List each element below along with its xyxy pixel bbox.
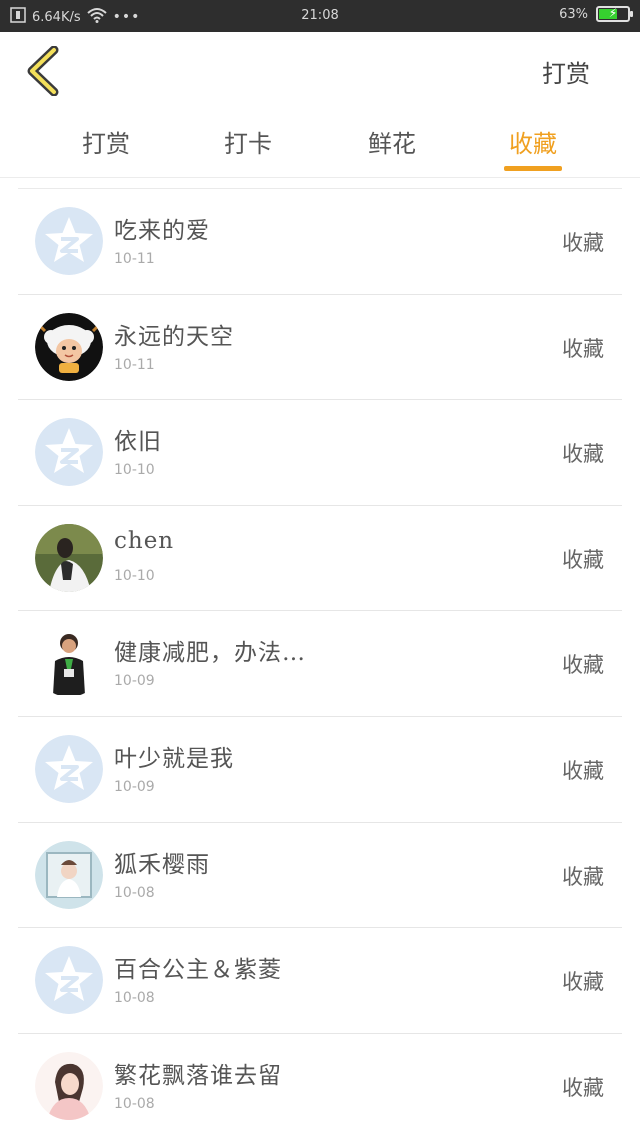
avatar[interactable] — [35, 946, 103, 1015]
avatar[interactable] — [35, 734, 103, 803]
tab-reward[interactable]: 打赏 — [66, 124, 146, 159]
status-bar: 6.64K/s ••• 21:08 63% ⚡ — [0, 0, 640, 32]
favorite-label: 收藏 — [562, 547, 604, 572]
battery-icon: ⚡ — [596, 6, 633, 22]
tab-favorites[interactable]: 收藏 — [493, 124, 573, 159]
list-item[interactable]: 百合公主＆紫菱 10-08 收藏 — [18, 928, 622, 1034]
favorite-label: 收藏 — [562, 442, 604, 467]
item-date: 10-08 — [114, 1095, 155, 1112]
list-item[interactable]: 繁花飘落谁去留 10-08 收藏 — [18, 1034, 622, 1138]
tab-checkin[interactable]: 打卡 — [208, 124, 288, 159]
item-date: 10-10 — [114, 462, 155, 479]
item-date: 10-11 — [114, 251, 155, 267]
avatar[interactable] — [35, 840, 103, 909]
list-item[interactable]: chen 10-10 收藏 — [18, 506, 622, 612]
user-name: 百合公主＆紫菱 — [114, 957, 282, 984]
favorite-label: 收藏 — [562, 653, 604, 678]
active-tab-indicator — [504, 166, 562, 171]
user-name: chen — [114, 527, 175, 554]
item-date: 10-08 — [114, 884, 155, 901]
user-name: 健康减肥，办法… — [114, 640, 306, 667]
clock: 21:08 — [301, 8, 339, 23]
user-name: 繁花飘落谁去留 — [114, 1062, 282, 1089]
list-item[interactable]: 吃来的爱 10-11 收藏 — [18, 189, 622, 295]
item-date: 10-09 — [114, 778, 155, 795]
header: 打赏 — [0, 32, 640, 110]
charging-icon: ⚡ — [608, 6, 618, 20]
item-date: 10-09 — [114, 673, 155, 690]
avatar[interactable] — [35, 418, 103, 487]
list-item[interactable]: 健康减肥，办法… 10-09 收藏 — [18, 611, 622, 717]
favorite-label: 收藏 — [562, 758, 604, 783]
favorite-label: 收藏 — [562, 1075, 604, 1100]
item-date: 10-08 — [114, 990, 155, 1007]
user-name: 永远的天空 — [114, 323, 234, 350]
list-item[interactable]: 狐禾樱雨 10-08 收藏 — [18, 823, 622, 929]
avatar[interactable] — [35, 312, 103, 381]
list-item[interactable]: 永远的天空 10-11 收藏 — [18, 295, 622, 401]
favorite-label: 收藏 — [562, 864, 604, 889]
avatar[interactable] — [35, 207, 103, 275]
favorite-label: 收藏 — [562, 231, 604, 255]
user-name: 狐禾樱雨 — [114, 851, 210, 878]
item-date: 10-10 — [114, 567, 155, 584]
avatar[interactable] — [35, 1051, 103, 1120]
user-name: 叶少就是我 — [114, 745, 234, 772]
chevron-left-icon — [27, 45, 59, 97]
list-item[interactable]: 依旧 10-10 收藏 — [18, 400, 622, 506]
tab-flowers[interactable]: 鲜花 — [352, 124, 432, 159]
back-button[interactable] — [22, 45, 66, 97]
list-item[interactable]: 叶少就是我 10-09 收藏 — [18, 717, 622, 823]
favorites-list: 吃来的爱 10-11 收藏 永远的天空 10-11 收藏 依旧 10-10 收藏 chen 10-1… — [18, 188, 622, 1138]
user-name: 吃来的爱 — [114, 218, 210, 244]
favorite-label: 收藏 — [562, 336, 604, 361]
reward-button[interactable]: 打赏 — [542, 54, 590, 89]
user-name: 依旧 — [114, 429, 162, 456]
avatar[interactable] — [35, 629, 103, 698]
item-date: 10-11 — [114, 356, 155, 373]
avatar[interactable] — [35, 523, 103, 592]
favorite-label: 收藏 — [562, 970, 604, 995]
battery-percent: 63% — [559, 6, 588, 22]
